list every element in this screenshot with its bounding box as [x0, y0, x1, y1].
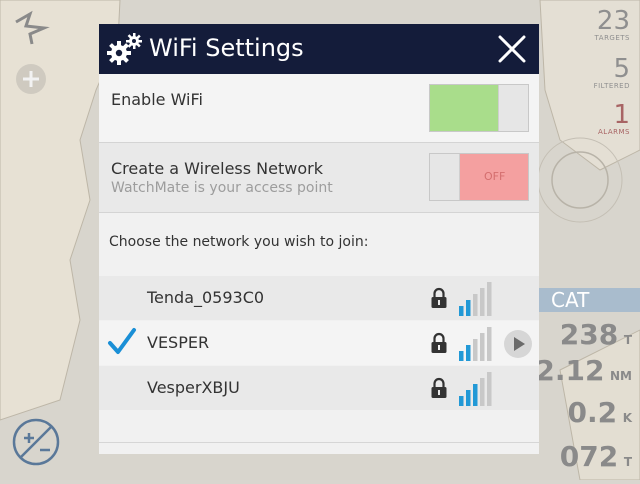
toggle-off-text: OFF	[484, 170, 506, 183]
wireless-network-toggle[interactable]: OFF	[429, 153, 529, 201]
dialog-title: WiFi Settings	[149, 34, 304, 62]
gears-icon	[107, 33, 142, 65]
choose-network-prompt: Choose the network you wish to join:	[109, 234, 369, 250]
compass-icon[interactable]	[10, 8, 50, 48]
play-icon[interactable]	[503, 329, 533, 359]
network-name: VesperXBJU	[147, 378, 240, 397]
dialog-titlebar: WiFi Settings	[99, 24, 539, 74]
close-icon[interactable]	[497, 34, 527, 64]
readout-speed: 0.2 K	[568, 396, 633, 429]
speed-unit: K	[622, 411, 632, 425]
readout-range: 2.12 NM	[535, 354, 632, 387]
readout-course: 072 T	[560, 440, 632, 473]
filtered-label: FILTERED	[593, 82, 630, 90]
lock-icon	[431, 287, 447, 308]
filtered-value: 5	[613, 54, 630, 84]
enable-wifi-row: Enable WiFi	[99, 74, 539, 143]
network-name: Tenda_0593C0	[147, 288, 265, 307]
enable-wifi-label: Enable WiFi	[111, 90, 203, 109]
course-value: 072	[559, 440, 619, 473]
target-name-bar: CAT	[539, 288, 640, 312]
network-item-vesperxbju[interactable]: VesperXBJU	[99, 366, 539, 410]
alarms-value: 1	[613, 100, 630, 130]
dialog-divider	[99, 442, 539, 443]
wifi-settings-dialog: WiFi Settings Enable WiFi Create a Wirel…	[99, 24, 539, 454]
wifi-signal-icon	[459, 282, 492, 316]
plus-minus-icon[interactable]	[10, 416, 62, 468]
toggle-on-fill	[430, 85, 498, 131]
wifi-signal-icon	[459, 327, 492, 361]
enable-wifi-toggle[interactable]	[429, 84, 529, 132]
network-item-tenda[interactable]: Tenda_0593C0	[99, 276, 539, 320]
targets-stat: 23 TARGETS	[595, 8, 630, 42]
targets-label: TARGETS	[594, 34, 630, 42]
wifi-signal-icon	[459, 372, 492, 406]
wireless-network-sublabel: WatchMate is your access point	[111, 180, 333, 196]
lock-icon	[431, 377, 447, 398]
bearing-value: 238	[559, 318, 619, 351]
network-item-vesper[interactable]: VESPER	[99, 321, 539, 365]
range-value: 2.12	[535, 354, 605, 387]
toggle-knob[interactable]	[498, 85, 528, 131]
bearing-unit: T	[623, 333, 632, 347]
course-unit: T	[623, 455, 632, 469]
alarms-label: ALARMS	[598, 128, 630, 136]
checkmark-icon	[108, 328, 136, 354]
speed-value: 0.2	[567, 396, 618, 429]
toggle-knob[interactable]	[430, 154, 460, 200]
target-name: CAT	[551, 288, 590, 312]
range-unit: NM	[610, 369, 632, 383]
targets-value: 23	[596, 6, 630, 36]
wireless-network-label: Create a Wireless Network	[111, 159, 323, 178]
alarms-stat: 1 ALARMS	[598, 102, 630, 136]
readout-bearing: 238 T	[560, 318, 632, 351]
zoom-icon[interactable]	[14, 62, 48, 96]
network-name: VESPER	[147, 333, 210, 352]
lock-icon	[431, 332, 447, 353]
wireless-network-row: Create a Wireless Network WatchMate is y…	[99, 143, 539, 213]
filtered-stat: 5 FILTERED	[594, 56, 630, 90]
